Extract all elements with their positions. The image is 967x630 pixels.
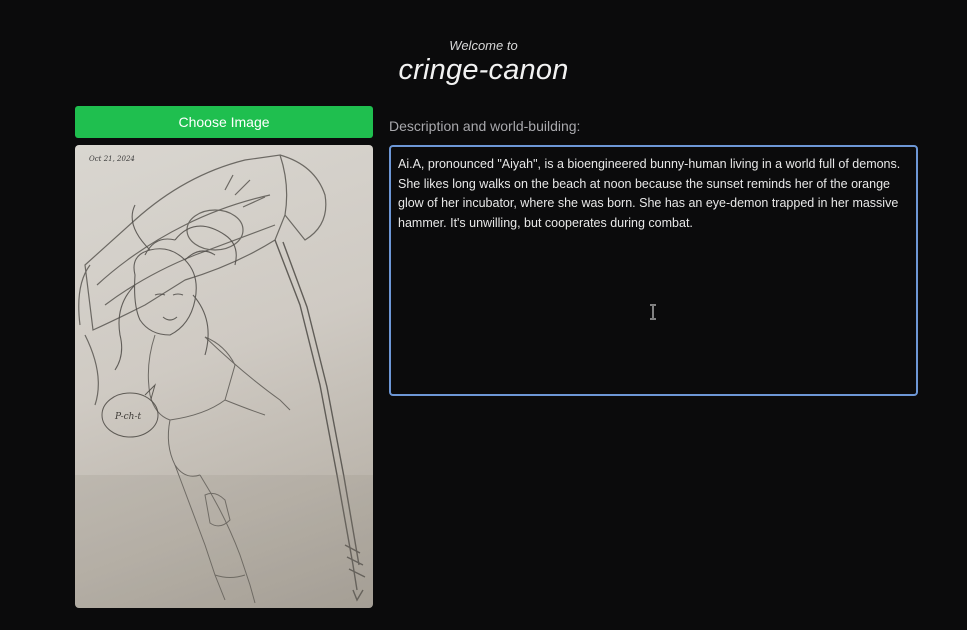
speech-bubble-text: P-ch-t [114, 412, 141, 422]
description-label: Description and world-building: [389, 118, 581, 134]
choose-image-button[interactable]: Choose Image [75, 106, 373, 138]
app-title: cringe-canon [398, 54, 569, 86]
uploaded-image-preview: Oct 21, 2024 P-ch-t [75, 145, 373, 608]
sketch-date: Oct 21, 2024 [89, 155, 135, 163]
description-textarea[interactable]: Ai.A, pronounced "Aiyah", is a bioengine… [389, 145, 918, 396]
welcome-text: Welcome to [449, 38, 518, 53]
app-page: Welcome to cringe-canon Choose Image Oct… [0, 0, 967, 630]
i-beam-cursor-icon [650, 304, 656, 320]
sketch-image: Oct 21, 2024 P-ch-t [75, 154, 373, 608]
